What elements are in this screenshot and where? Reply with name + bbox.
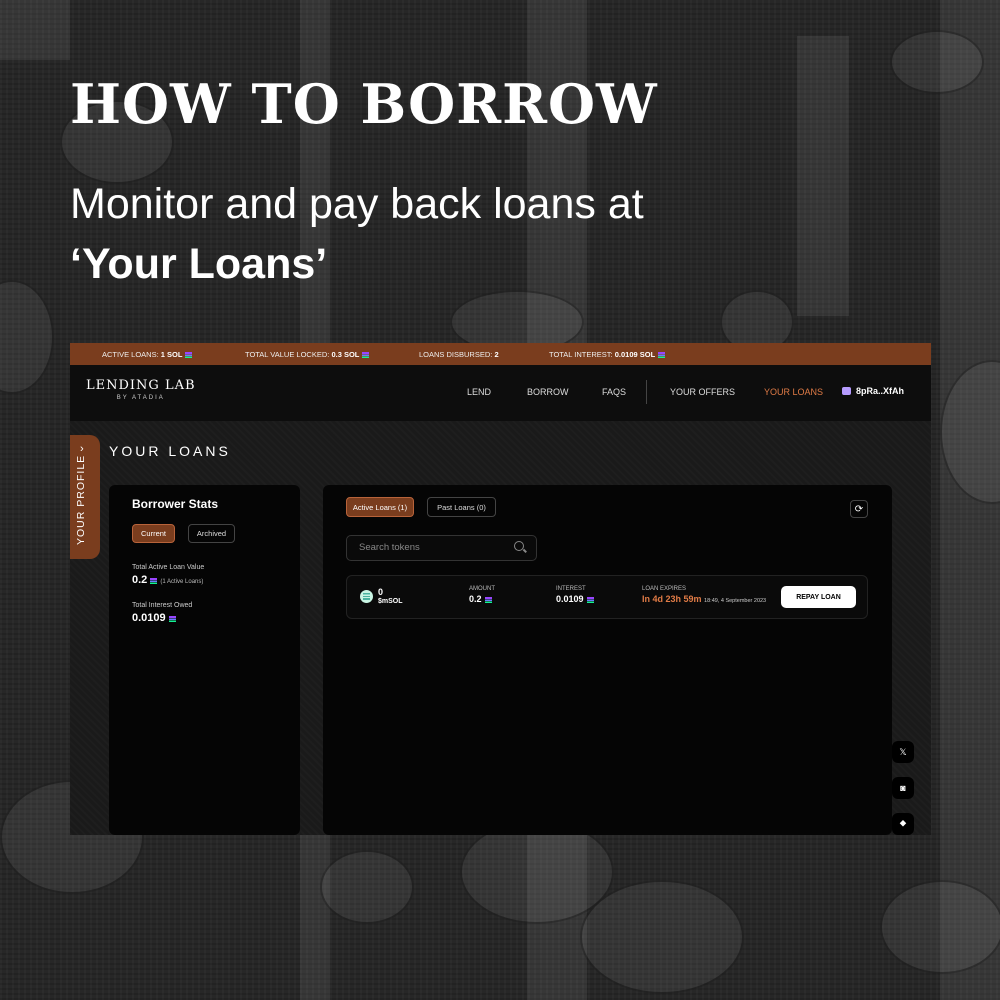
- chevron-right-icon: ›: [80, 443, 84, 455]
- hero-title: HOW TO BORROW: [70, 72, 658, 136]
- tab-archived[interactable]: Archived: [188, 524, 235, 543]
- solana-icon: [484, 597, 492, 603]
- interest-owed-value: 0.0109: [132, 612, 176, 624]
- discord-icon[interactable]: ◙: [892, 777, 914, 799]
- loans-panel: Active Loans (1) Past Loans (0) ⟳ 0 $mSO…: [323, 485, 892, 835]
- hero-subtitle-line2: ‘Your Loans’: [70, 240, 328, 288]
- loan-amount: AMOUNT 0.2: [469, 586, 495, 604]
- active-loan-value: 0.2 (1 Active Loans): [132, 574, 204, 586]
- stat-active-loans: ACTIVE LOANS: 1 SOL: [102, 350, 193, 359]
- loan-expires: LOAN EXPIRES In 4d 23h 59m 18:49, 4 Sept…: [642, 586, 766, 604]
- refresh-icon[interactable]: ⟳: [850, 500, 868, 518]
- nav-faqs[interactable]: FAQS: [602, 387, 626, 397]
- solana-icon: [150, 578, 158, 584]
- borrower-stats-title: Borrower Stats: [132, 497, 219, 511]
- solana-icon: [362, 352, 370, 358]
- page-title: YOUR LOANS: [109, 443, 231, 459]
- loan-expires-at: 18:49, 4 September 2023: [704, 598, 767, 604]
- your-profile-tab[interactable]: › YOUR PROFILE: [70, 435, 100, 559]
- main-content: › YOUR PROFILE YOUR LOANS Borrower Stats…: [70, 421, 931, 835]
- hero-subtitle: Monitor and pay back loans at ‘Your Loan…: [70, 174, 644, 294]
- hero-subtitle-line1: Monitor and pay back loans at: [70, 180, 644, 228]
- solana-icon: [658, 352, 666, 358]
- nav-borrow[interactable]: BORROW: [527, 387, 569, 397]
- active-loan-value-label: Total Active Loan Value: [132, 564, 205, 571]
- loan-row: 0 $mSOL AMOUNT 0.2 INTEREST 0.0109 LOAN …: [346, 575, 868, 619]
- top-nav: LENDING LAB BY ATADIA LEND BORROW FAQS Y…: [70, 365, 931, 421]
- nav-your-offers[interactable]: YOUR OFFERS: [670, 387, 735, 397]
- loan-token-symbol: $mSOL: [378, 598, 403, 605]
- loan-interest-value: 0.0109: [556, 594, 584, 604]
- loan-expires-label: LOAN EXPIRES: [642, 586, 687, 592]
- nav-divider: [646, 380, 647, 404]
- loan-token-amount: 0: [378, 587, 384, 597]
- wallet-address: 8pRa..XfAh: [856, 386, 905, 396]
- search-icon[interactable]: [514, 541, 524, 551]
- nav-lend[interactable]: LEND: [467, 387, 491, 397]
- loan-interest: INTEREST 0.0109: [556, 586, 594, 604]
- tab-active-loans[interactable]: Active Loans (1): [346, 497, 414, 517]
- loan-amount-label: AMOUNT: [469, 586, 495, 592]
- search-box: [346, 535, 537, 561]
- twitter-icon[interactable]: 𝕏: [892, 741, 914, 763]
- nav-your-loans[interactable]: YOUR LOANS: [764, 387, 823, 397]
- solana-icon: [185, 352, 193, 358]
- tab-past-loans[interactable]: Past Loans (0): [427, 497, 496, 517]
- solana-icon: [586, 597, 594, 603]
- search-input[interactable]: [357, 541, 511, 554]
- solana-icon: [168, 616, 176, 622]
- brand-sub: BY ATADIA: [116, 395, 165, 401]
- app-window: ACTIVE LOANS: 1 SOL TOTAL VALUE LOCKED: …: [70, 343, 931, 835]
- loan-token: 0 $mSOL: [378, 587, 403, 605]
- active-loans-count: (1 Active Loans): [160, 579, 204, 585]
- loan-expires-in: In 4d 23h 59m: [642, 594, 702, 604]
- brand-name: LENDING LAB: [86, 378, 196, 393]
- stats-bar: ACTIVE LOANS: 1 SOL TOTAL VALUE LOCKED: …: [70, 343, 931, 365]
- wallet-icon: [842, 387, 851, 395]
- your-profile-label: YOUR PROFILE: [75, 454, 87, 545]
- gitbook-icon[interactable]: ⯁: [892, 813, 914, 835]
- wallet-button[interactable]: 8pRa..XfAh: [842, 386, 904, 396]
- borrower-stats-panel: Borrower Stats Current Archived Total Ac…: [109, 485, 300, 835]
- repay-loan-button[interactable]: REPAY LOAN: [781, 586, 856, 608]
- interest-owed-label: Total Interest Owed: [132, 602, 193, 609]
- loan-amount-value: 0.2: [469, 594, 482, 604]
- stat-total-interest: TOTAL INTEREST: 0.0109 SOL: [549, 350, 666, 359]
- tab-current[interactable]: Current: [132, 524, 175, 543]
- stat-tvl: TOTAL VALUE LOCKED: 0.3 SOL: [245, 350, 370, 359]
- msol-token-icon: [360, 590, 373, 603]
- stat-loans-disbursed: LOANS DISBURSED: 2: [419, 350, 499, 359]
- brand-logo[interactable]: LENDING LAB BY ATADIA: [86, 378, 196, 401]
- loan-interest-label: INTEREST: [556, 586, 586, 592]
